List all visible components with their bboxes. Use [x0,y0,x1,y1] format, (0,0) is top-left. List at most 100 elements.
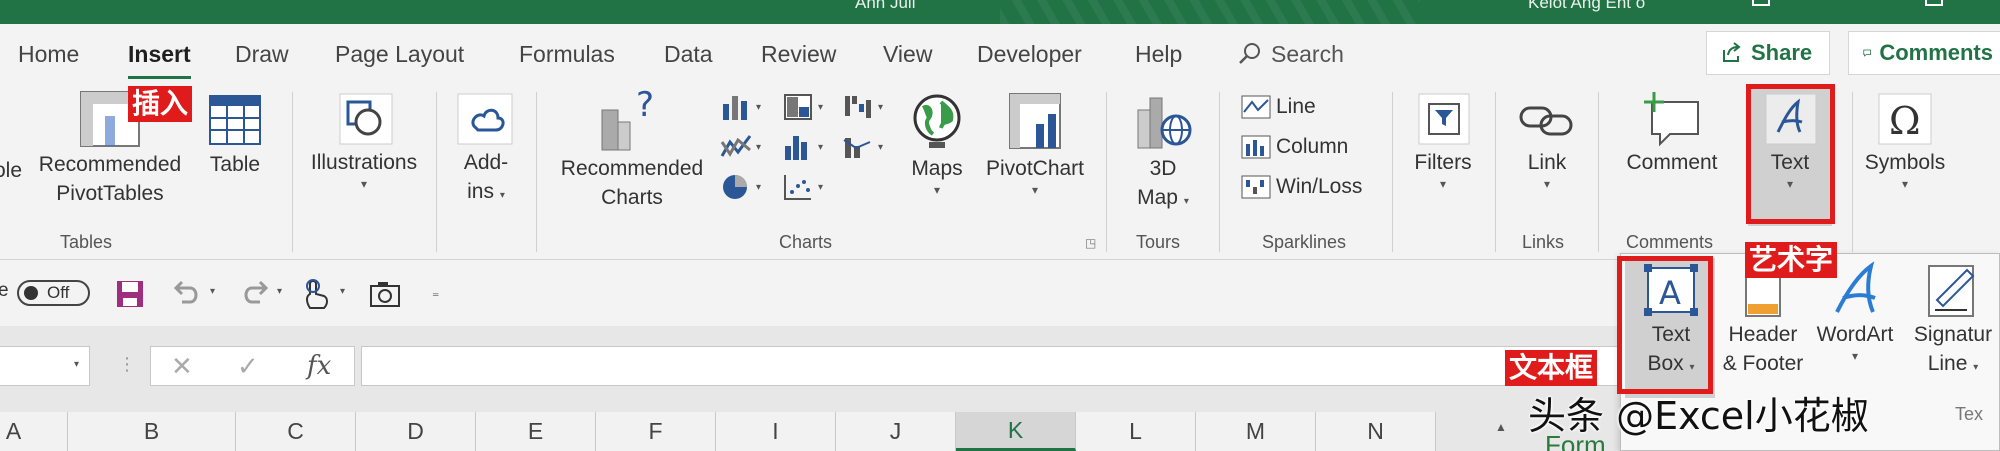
tab-view[interactable]: View [883,41,932,68]
redo-dropdown-icon[interactable]: ▾ [277,286,282,297]
svg-text:Ω: Ω [1889,99,1921,143]
filters-button[interactable]: Filters ▾ [1406,90,1480,191]
annotation-box-textbox [1617,256,1713,394]
column-header-i[interactable]: I [716,412,836,451]
minimize-button[interactable] [1752,0,1770,6]
column-header-f[interactable]: F [596,412,716,451]
3d-map-button[interactable]: 3D Map ▾ [1132,90,1194,216]
chevron-down-icon: ▾ [360,177,368,191]
window-title: Ann Juli [855,0,916,12]
scroll-up-icon[interactable]: ▲ [1490,412,1512,442]
addins-button[interactable]: Add- ins ▾ [452,90,520,210]
column-header-c[interactable]: C [236,412,356,451]
save-icon[interactable] [114,278,146,310]
column-header-a[interactable]: A [0,412,68,451]
column-header-m[interactable]: M [1196,412,1316,451]
undo-icon[interactable] [170,278,204,310]
pie-chart-button[interactable]: ▾ [720,172,761,202]
separator [292,92,293,252]
sparkline-winloss-button[interactable]: Win/Loss [1240,174,1362,200]
combo-chart-button[interactable]: ▾ [842,132,883,162]
3d-map-icon [1137,97,1192,149]
column-header-e[interactable]: E [476,412,596,451]
partial-button[interactable]: ole [0,156,22,185]
recommended-charts-button[interactable]: ? Recommended Charts [552,90,712,212]
dialog-launcher-icon[interactable]: ◳ [1085,236,1096,250]
link-icon [1519,106,1573,136]
column-header-d[interactable]: D [356,412,476,451]
search-box[interactable]: Search [1237,39,1344,69]
formula-input[interactable] [361,346,1671,386]
column-chart-icon [723,96,747,120]
share-button[interactable]: Share [1706,31,1830,75]
separator [1495,92,1496,252]
svg-text:?: ? [636,90,654,125]
search-icon [1239,43,1260,64]
line-chart-button[interactable]: ▾ [720,132,761,162]
statistic-chart-button[interactable]: ▾ [782,132,823,162]
hierarchy-chart-icon [784,94,812,120]
statistic-chart-icon [785,136,807,160]
filter-icon [1418,93,1470,145]
hierarchy-chart-button[interactable]: ▾ [782,92,823,122]
link-button[interactable]: Link ▾ [1512,90,1582,191]
pie-chart-icon [723,175,747,199]
camera-icon[interactable] [368,278,402,310]
column-header-j[interactable]: J [836,412,956,451]
customize-qat-icon[interactable]: ₌ [432,284,439,301]
insert-function-icon[interactable]: fx [307,351,331,381]
column-header-b[interactable]: B [68,412,236,451]
tab-home[interactable]: Home [18,41,79,68]
formula-buttons: ✕ ✓ fx [150,346,355,386]
column-header-n[interactable]: N [1316,412,1436,451]
maps-button[interactable]: Maps ▾ [905,90,969,197]
symbols-button[interactable]: Ω Symbols ▾ [1856,90,1954,191]
column-header-l[interactable]: L [1076,412,1196,451]
share-label: Share [1751,40,1813,65]
sparkline-line-button[interactable]: Line [1240,94,1316,120]
touch-dropdown-icon[interactable]: ▾ [340,286,345,297]
user-name[interactable]: Kelot Ang Ent o [1528,0,1645,13]
separator [1598,92,1599,252]
separator [1852,92,1853,252]
sparkline-winloss-icon [1241,175,1271,199]
tab-page-layout[interactable]: Page Layout [335,41,464,68]
table-button[interactable]: Table [205,90,265,179]
illustrations-button[interactable]: Illustrations ▾ [300,90,428,191]
tab-help[interactable]: Help [1135,41,1182,68]
tab-developer[interactable]: Developer [977,41,1082,68]
comments-button[interactable]: Comments [1848,31,2000,75]
name-box[interactable]: ▾ [0,346,90,386]
enter-icon[interactable]: ✓ [237,351,259,382]
scatter-chart-button[interactable]: ▾ [782,172,823,202]
new-comment-button[interactable]: Comment [1618,90,1726,177]
column-header-k[interactable]: K [956,412,1076,451]
pivotchart-icon [1009,93,1061,149]
waterfall-chart-button[interactable]: ▾ [842,92,883,122]
cancel-icon[interactable]: ✕ [171,351,193,382]
sparkline-column-button[interactable]: Column [1240,134,1348,160]
redo-icon[interactable] [238,278,272,310]
tab-review[interactable]: Review [761,41,836,68]
touch-mode-icon[interactable] [300,278,332,312]
tab-data[interactable]: Data [664,41,713,68]
signature-line-button[interactable]: Signatur Line ▾ [1903,260,2000,382]
chevron-down-icon: ▾ [1851,349,1859,363]
tab-draw[interactable]: Draw [235,41,289,68]
column-chart-button[interactable]: ▾ [720,92,761,122]
formula-bar-grip-icon[interactable]: ⋮ [118,354,136,375]
undo-dropdown-icon[interactable]: ▾ [210,286,215,297]
tab-insert[interactable]: Insert [128,41,191,79]
annotation-insert: 插入 [128,86,193,122]
chevron-down-icon: ▾ [1973,362,1979,373]
pivotchart-button[interactable]: PivotChart ▾ [975,90,1095,197]
autosave-toggle[interactable]: Off [17,280,90,306]
tab-formulas[interactable]: Formulas [519,41,615,68]
maximize-button[interactable] [1925,0,1943,6]
new-comment-icon [1644,92,1699,147]
recommended-charts-icon: ? [601,90,654,151]
line-chart-icon [720,135,752,157]
autosave-label: e [0,280,9,301]
ribbon: ole Recommended PivotTables Table Tables [0,84,2000,260]
comments-label: Comments [1879,40,1993,65]
